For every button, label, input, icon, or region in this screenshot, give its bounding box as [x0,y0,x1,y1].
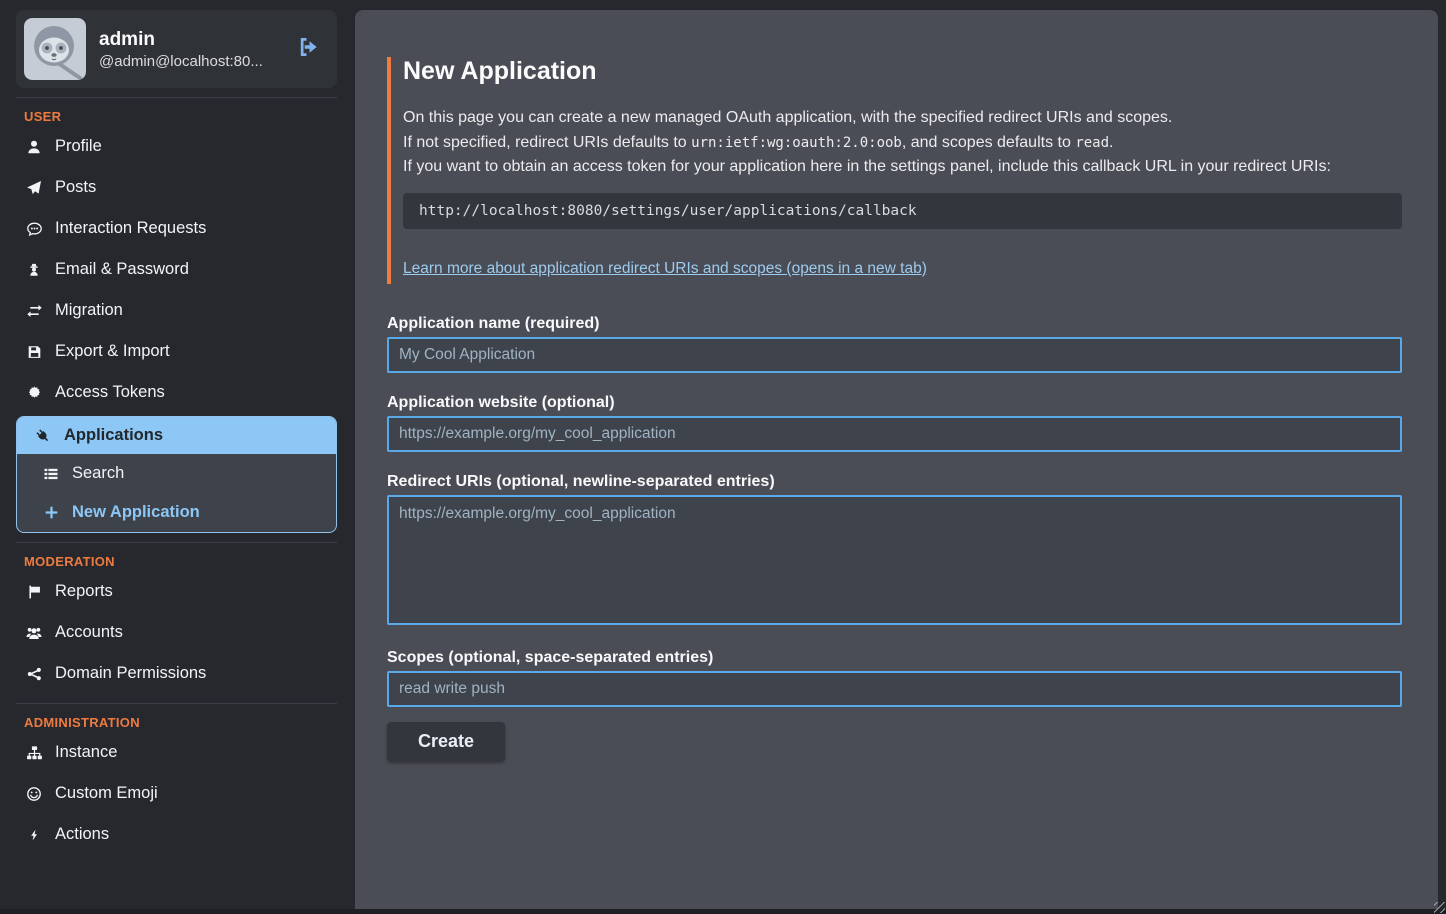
divider [16,703,337,704]
sidebar-item-posts[interactable]: Posts [16,167,337,208]
smiley-icon [24,785,44,802]
sidebar-item-interaction-requests[interactable]: Interaction Requests [16,208,337,249]
inline-code-read: read [1075,135,1109,151]
sidebar-item-label: Custom Emoji [55,784,158,803]
sidebar-item-label: Domain Permissions [55,664,206,683]
sidebar-item-label: Profile [55,137,102,156]
exchange-arrows-icon [24,302,44,319]
new-application-form: Application name (required) Application … [387,315,1402,761]
sidebar-item-profile[interactable]: Profile [16,126,337,167]
sidebar-item-label: Instance [55,743,117,762]
sidebar-item-applications-search[interactable]: Search [17,454,336,493]
user-name: admin [99,28,282,53]
logout-icon[interactable] [295,35,321,64]
comment-dots-icon [24,220,44,237]
new-application-header-block: New Application On this page you can cre… [387,57,1402,284]
sidebar-item-instance[interactable]: Instance [16,732,337,773]
users-icon [24,624,44,641]
field-scopes: Scopes (optional, space-separated entrie… [387,649,1402,707]
sidebar-item-accounts[interactable]: Accounts [16,612,337,653]
sidebar-item-actions[interactable]: Actions [16,814,337,855]
sidebar-item-custom-emoji[interactable]: Custom Emoji [16,773,337,814]
sidebar-item-label: Access Tokens [55,383,165,402]
field-application-website: Application website (optional) [387,394,1402,452]
share-nodes-icon [24,665,44,682]
sidebar-item-label: New Application [72,503,200,522]
section-header-administration: ADMINISTRATION [24,715,337,730]
user-meta: admin @admin@localhost:80... [99,28,282,70]
divider [16,97,337,98]
create-button[interactable]: Create [387,722,505,761]
application-website-input[interactable] [387,416,1402,452]
list-icon [41,465,61,482]
intro-line-2: If not specified, redirect URIs defaults… [403,131,1402,156]
sitemap-icon [24,744,44,761]
redirect-uris-textarea[interactable] [387,495,1402,625]
sidebar-item-applications-new[interactable]: New Application [17,493,336,532]
section-header-moderation: MODERATION [24,554,337,569]
divider [16,542,337,543]
intro-line-1: On this page you can create a new manage… [403,106,1402,131]
avatar [24,18,86,80]
applications-block: Applications Search New Application [16,416,337,533]
sidebar-item-label: Migration [55,301,123,320]
application-name-label: Application name (required) [387,315,1402,333]
learn-more-link[interactable]: Learn more about application redirect UR… [403,260,927,278]
callback-url-code-block: http://localhost:8080/settings/user/appl… [403,193,1402,229]
settings-app: admin @admin@localhost:80... USER Profil… [0,0,1446,914]
sidebar-item-reports[interactable]: Reports [16,571,337,612]
paper-plane-icon [24,179,44,196]
section-header-user: USER [24,109,337,124]
sidebar-item-label: Search [72,464,124,483]
application-name-input[interactable] [387,337,1402,373]
main-panel: New Application On this page you can cre… [355,10,1438,909]
sidebar-item-export-import[interactable]: Export & Import [16,331,337,372]
sidebar-item-migration[interactable]: Migration [16,290,337,331]
application-website-label: Application website (optional) [387,394,1402,412]
sidebar-item-label: Interaction Requests [55,219,206,238]
horizontal-scrollbar[interactable] [0,909,1446,914]
redirect-uris-label: Redirect URIs (optional, newline-separat… [387,473,1402,491]
flag-icon [24,583,44,600]
sidebar-item-label: Accounts [55,623,123,642]
sidebar-item-label: Export & Import [55,342,170,361]
field-application-name: Application name (required) [387,315,1402,373]
sidebar-item-label: Email & Password [55,260,189,279]
user-handle: @admin@localhost:80... [99,53,282,70]
sidebar-item-label: Applications [64,426,163,445]
user-icon [24,138,44,155]
inline-code-oob: urn:ietf:wg:oauth:2.0:oob [691,135,902,151]
sidebar-item-access-tokens[interactable]: Access Tokens [16,372,337,413]
sidebar-item-label: Reports [55,582,113,601]
user-card[interactable]: admin @admin@localhost:80... [16,10,337,88]
scopes-input[interactable] [387,671,1402,707]
user-secret-icon [24,261,44,278]
sidebar-item-label: Posts [55,178,96,197]
plug-icon [33,427,53,444]
sidebar-item-email-password[interactable]: Email & Password [16,249,337,290]
field-redirect-uris: Redirect URIs (optional, newline-separat… [387,473,1402,625]
scopes-label: Scopes (optional, space-separated entrie… [387,649,1402,667]
intro-line-3: If you want to obtain an access token fo… [403,155,1402,180]
sidebar-item-domain-permissions[interactable]: Domain Permissions [16,653,337,694]
sidebar-item-label: Actions [55,825,109,844]
intro-text: On this page you can create a new manage… [403,106,1402,180]
floppy-save-icon [24,343,44,360]
sidebar-item-applications[interactable]: Applications [17,417,336,454]
certificate-seal-icon [24,384,44,401]
sidebar: admin @admin@localhost:80... USER Profil… [0,0,355,914]
bolt-icon [24,826,44,843]
plus-icon [41,504,61,521]
page-title: New Application [403,57,1402,86]
resize-grip[interactable] [1434,902,1445,913]
